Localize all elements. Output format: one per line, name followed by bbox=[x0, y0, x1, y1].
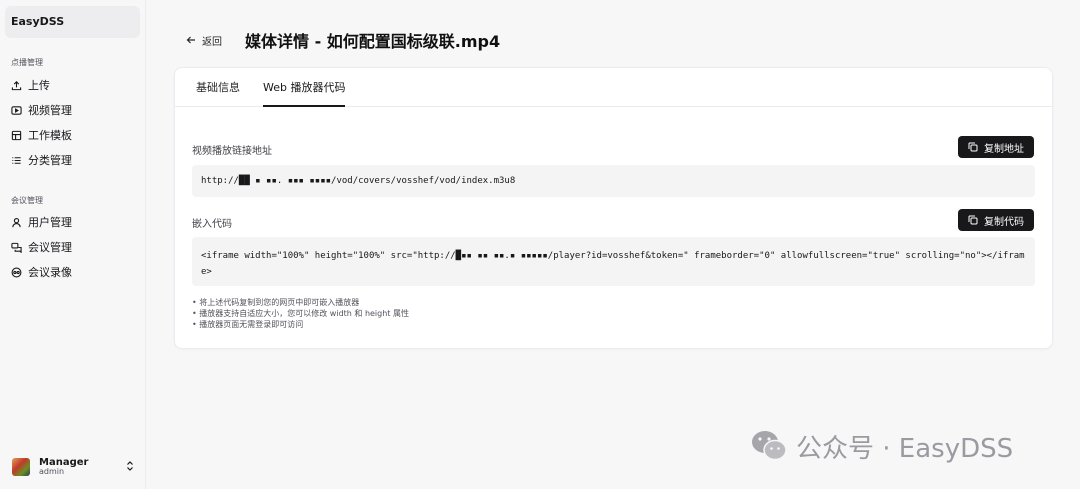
note-item: 播放器支持自适应大小，您可以修改 width 和 height 属性 bbox=[192, 308, 409, 319]
sidebar-item-upload[interactable]: 上传 bbox=[11, 75, 136, 95]
note-item: 播放器页面无需登录即可访问 bbox=[192, 319, 409, 330]
back-button[interactable]: 返回 bbox=[186, 32, 222, 48]
copy-url-button[interactable]: 复制地址 bbox=[958, 136, 1034, 158]
upload-icon bbox=[11, 80, 22, 91]
chevron-up-down-icon bbox=[127, 461, 133, 471]
sidebar-item-video-management[interactable]: 视频管理 bbox=[11, 100, 136, 120]
embed-code-field[interactable]: <iframe width="100%" height="100%" src="… bbox=[192, 237, 1035, 286]
copy-url-label: 复制地址 bbox=[984, 143, 1024, 155]
sidebar-item-meetings[interactable]: 会议管理 bbox=[11, 237, 136, 257]
sidebar-item-work-template[interactable]: 工作模板 bbox=[11, 125, 136, 145]
template-icon bbox=[11, 130, 22, 141]
sidebar-item-label: 用户管理 bbox=[28, 216, 72, 229]
sidebar-item-label: 视频管理 bbox=[28, 104, 72, 117]
meeting-icon bbox=[11, 242, 22, 253]
watermark: 公众号 · EasyDSS bbox=[750, 428, 1013, 464]
usage-notes: 将上述代码复制到您的网页中即可嵌入播放器 播放器支持自适应大小，您可以修改 wi… bbox=[192, 297, 409, 330]
sidebar: EasyDSS 点播管理 上传 视频管理 工作模板 分类管理 会议管理 用户管理 bbox=[0, 0, 146, 489]
user-role: admin bbox=[39, 467, 65, 477]
group-title-meeting: 会议管理 bbox=[11, 196, 43, 205]
play-url-field[interactable]: http://██ ▪ ▪▪. ▪▪▪ ▪▪▪▪/vod/covers/voss… bbox=[192, 165, 1035, 197]
user-icon bbox=[11, 217, 22, 228]
page-title: 媒体详情 - 如何配置国标级联.mp4 bbox=[245, 32, 501, 51]
arrow-left-icon bbox=[186, 36, 195, 44]
tab-bar: 基础信息 Web 播放器代码 bbox=[175, 68, 1052, 107]
sidebar-item-recordings[interactable]: 会议录像 bbox=[11, 262, 136, 282]
play-url-label: 视频播放链接地址 bbox=[192, 146, 272, 157]
copy-icon bbox=[968, 142, 978, 152]
tab-basic-info[interactable]: 基础信息 bbox=[196, 68, 240, 107]
brand-name[interactable]: EasyDSS bbox=[5, 6, 140, 38]
list-icon bbox=[11, 155, 22, 166]
copy-icon bbox=[968, 215, 978, 225]
sidebar-item-category[interactable]: 分类管理 bbox=[11, 150, 136, 170]
media-detail-card: 基础信息 Web 播放器代码 视频播放链接地址 复制地址 http://██ ▪… bbox=[174, 67, 1053, 349]
avatar bbox=[12, 458, 30, 476]
wechat-icon bbox=[752, 431, 787, 461]
sidebar-item-label: 工作模板 bbox=[28, 129, 72, 142]
recording-icon bbox=[11, 267, 22, 278]
video-icon bbox=[11, 105, 22, 116]
sidebar-item-label: 会议录像 bbox=[28, 266, 72, 279]
group-title-vod: 点播管理 bbox=[11, 58, 43, 67]
tab-web-player-code[interactable]: Web 播放器代码 bbox=[263, 68, 346, 107]
embed-code-label: 嵌入代码 bbox=[192, 219, 232, 230]
sidebar-item-users[interactable]: 用户管理 bbox=[11, 212, 136, 232]
note-item: 将上述代码复制到您的网页中即可嵌入播放器 bbox=[192, 297, 409, 308]
back-label: 返回 bbox=[202, 36, 222, 48]
copy-code-label: 复制代码 bbox=[984, 216, 1024, 228]
sidebar-item-label: 会议管理 bbox=[28, 241, 72, 254]
watermark-text: 公众号 · EasyDSS bbox=[796, 433, 1014, 464]
sidebar-item-label: 上传 bbox=[28, 79, 50, 92]
copy-code-button[interactable]: 复制代码 bbox=[958, 209, 1034, 231]
sidebar-item-label: 分类管理 bbox=[28, 154, 72, 167]
user-menu[interactable]: Manager admin bbox=[12, 452, 137, 482]
